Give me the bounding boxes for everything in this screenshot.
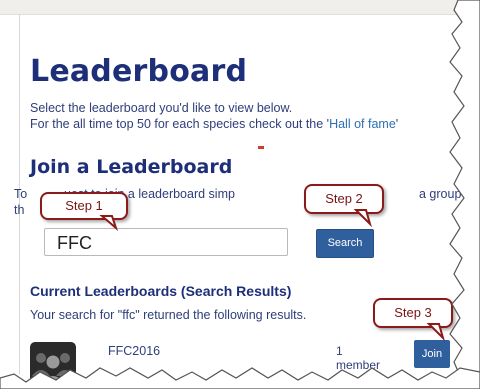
screenshot-frame: Leaderboard Select the leaderboard you'd… <box>0 0 480 389</box>
intro-line-1: Select the leaderboard you'd like to vie… <box>30 101 293 115</box>
torn-edge-right <box>449 0 480 389</box>
intro-line-2-prefix: For the all time top 50 for each species… <box>30 117 330 131</box>
results-heading: Current Leaderboards (Search Results) <box>30 283 292 299</box>
step2-label: Step 2 <box>325 191 363 206</box>
step1-callout: Step 1 <box>40 192 128 232</box>
step2-pointer <box>353 209 373 228</box>
torn-edge-bottom <box>0 367 480 389</box>
page-title: Leaderboard <box>30 54 248 89</box>
join-text-part1: To <box>14 187 28 201</box>
step3-label: Step 3 <box>394 305 432 320</box>
intro-text: Select the leaderboard you'd like to vie… <box>30 100 450 132</box>
search-input[interactable]: FFC <box>44 228 288 256</box>
step1-label: Step 1 <box>65 198 103 213</box>
step1-pointer <box>99 215 119 232</box>
join-heading: Join a Leaderboard <box>30 156 233 178</box>
red-mark <box>258 146 264 149</box>
intro-line-2-suffix: ' <box>395 117 399 131</box>
intro-line-2: For the all time top 50 for each species… <box>30 116 450 132</box>
step2-callout: Step 2 <box>304 184 384 228</box>
search-button[interactable]: Search <box>316 229 374 258</box>
results-summary: Your search for "ffc" returned the follo… <box>30 308 307 322</box>
join-text-line2: th <box>14 203 25 217</box>
hall-of-fame-link[interactable]: Hall of fame <box>329 117 396 131</box>
